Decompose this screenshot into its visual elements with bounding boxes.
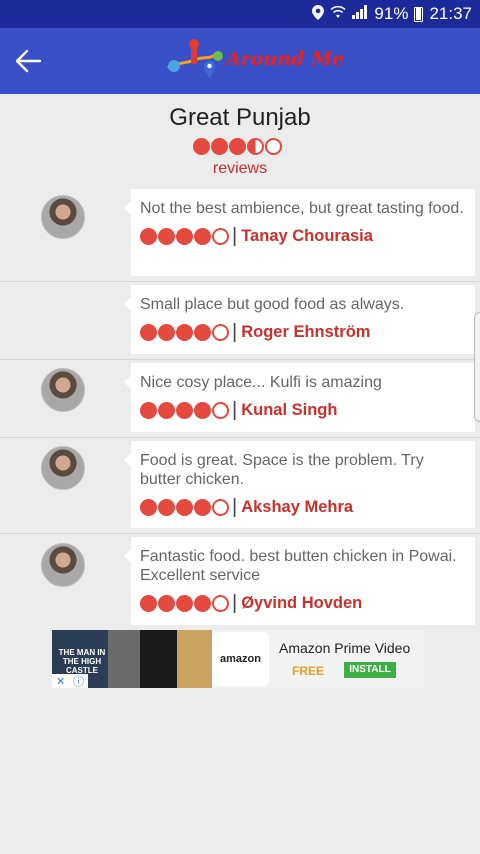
clock: 21:37	[429, 4, 472, 23]
edge-panel-handle[interactable]	[474, 312, 480, 422]
info-icon[interactable]: ⓘ	[73, 673, 84, 689]
rating-dot-icon	[194, 324, 211, 341]
review-bubble: Food is great. Space is the problem. Try…	[124, 441, 475, 528]
ad-image-text: THE MAN IN THE HIGH CASTLE	[58, 648, 106, 675]
separator: |	[232, 321, 238, 343]
review-item: Fantastic food. best butten chicken in P…	[0, 535, 480, 629]
rating-dot-icon	[158, 499, 175, 516]
rating-dot-icon	[212, 228, 229, 245]
review-rating	[140, 228, 229, 245]
review-bubble: Nice cosy place... Kulfi is amazing | Ku…	[124, 363, 475, 432]
battery-icon	[414, 6, 424, 22]
ad-install-button[interactable]: INSTALL	[344, 662, 396, 678]
ad-price: FREE	[292, 664, 325, 678]
rating-dot-icon	[194, 402, 211, 419]
status-bar: 91% 21:37	[0, 0, 480, 28]
rating-dot-icon	[176, 228, 193, 245]
close-icon[interactable]: ✕	[56, 675, 65, 688]
review-item: Food is great. Space is the problem. Try…	[0, 439, 480, 534]
review-bubble: Not the best ambience, but great tasting…	[124, 189, 475, 276]
avatar	[41, 195, 85, 239]
review-item: Nice cosy place... Kulfi is amazing | Ku…	[0, 361, 480, 438]
review-item: Not the best ambience, but great tasting…	[0, 187, 480, 282]
rating-dot-icon	[176, 595, 193, 612]
rating-dot-icon	[158, 595, 175, 612]
avatar	[41, 446, 85, 490]
separator: |	[232, 225, 238, 247]
ad-image[interactable]: THE MAN IN THE HIGH CASTLE ✕ ⓘ	[52, 630, 212, 688]
amazon-logo: amazon	[212, 632, 269, 686]
ad-banner[interactable]: THE MAN IN THE HIGH CASTLE ✕ ⓘ amazon Am…	[52, 630, 424, 688]
review-text: Small place but good food as always.	[140, 296, 405, 313]
review-author[interactable]: Øyvind Hovden	[241, 594, 362, 613]
review-author[interactable]: Kunal Singh	[241, 401, 337, 420]
wifi-icon	[330, 5, 346, 23]
app-logo-text: Around Me	[226, 48, 345, 70]
review-rating	[140, 499, 229, 516]
battery-percent: 91%	[374, 4, 409, 23]
review-bubble: Fantastic food. best butten chicken in P…	[124, 537, 475, 625]
ad-title: Amazon Prime Video	[279, 640, 411, 656]
review-text: Nice cosy place... Kulfi is amazing	[140, 374, 382, 391]
avatar	[41, 368, 85, 412]
rating-dot-icon	[212, 499, 229, 516]
review-rating	[140, 402, 229, 419]
review-item: Small place but good food as always. | R…	[0, 283, 480, 360]
rating-dot-icon	[211, 138, 228, 155]
rating-dot-icon	[140, 402, 157, 419]
reviews-link[interactable]: reviews	[0, 160, 480, 178]
review-text: Food is great. Space is the problem. Try…	[140, 452, 424, 488]
rating-dot-icon	[194, 595, 211, 612]
rating-dot-icon	[158, 324, 175, 341]
back-button[interactable]	[10, 44, 46, 78]
rating-dot-icon	[194, 499, 211, 516]
rating-dot-icon	[176, 402, 193, 419]
rating-dot-icon	[212, 324, 229, 341]
review-author[interactable]: Akshay Mehra	[241, 498, 353, 517]
separator: |	[232, 592, 238, 614]
app-bar: Around Me	[0, 28, 480, 94]
rating-dot-icon	[194, 228, 211, 245]
review-rating	[140, 595, 229, 612]
ad-close[interactable]: ✕ ⓘ	[52, 674, 88, 688]
rating-dot-icon	[140, 324, 157, 341]
location-icon	[312, 4, 325, 24]
restaurant-name: Great Punjab	[169, 104, 311, 131]
review-rating	[140, 324, 229, 341]
rating-dot-icon	[247, 138, 264, 155]
rating-dot-icon	[176, 499, 193, 516]
review-bubble: Small place but good food as always. | R…	[124, 285, 475, 354]
avatar	[41, 543, 85, 587]
rating-dot-icon	[229, 138, 246, 155]
review-author[interactable]: Roger Ehnström	[241, 323, 370, 342]
rating-dot-icon	[265, 138, 282, 155]
back-arrow-icon	[15, 49, 42, 73]
rating-dot-icon	[193, 138, 210, 155]
review-text: Not the best ambience, but great tasting…	[140, 200, 464, 217]
rating-dot-icon	[158, 228, 175, 245]
rating-dot-icon	[140, 228, 157, 245]
rating-dot-icon	[212, 402, 229, 419]
rating-dot-icon	[176, 324, 193, 341]
separator: |	[232, 496, 238, 518]
review-text: Fantastic food. best butten chicken in P…	[140, 548, 457, 584]
signal-icon	[352, 5, 368, 23]
rating-dot-icon	[140, 499, 157, 516]
review-author[interactable]: Tanay Chourasia	[241, 227, 373, 246]
rating-dot-icon	[212, 595, 229, 612]
restaurant-rating	[193, 138, 282, 155]
rating-dot-icon	[140, 595, 157, 612]
separator: |	[232, 399, 238, 421]
rating-dot-icon	[158, 402, 175, 419]
